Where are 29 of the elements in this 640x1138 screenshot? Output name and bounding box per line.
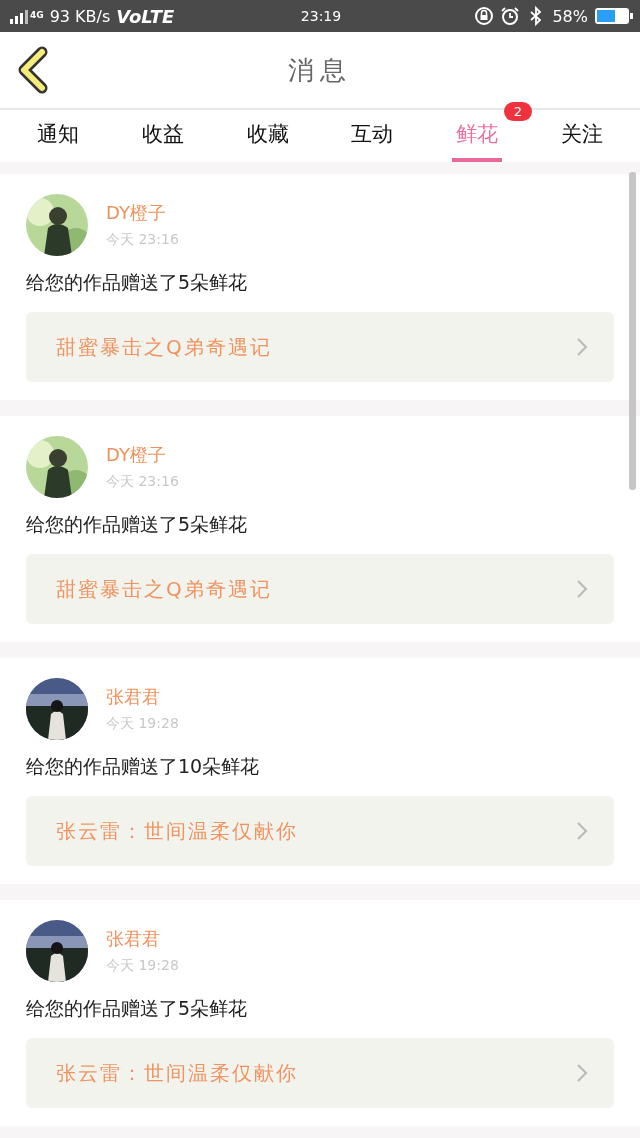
chevron-icon <box>576 337 588 357</box>
back-button[interactable] <box>16 46 50 94</box>
tab[interactable]: 关注 <box>556 110 607 162</box>
network-type: 4G <box>30 9 44 20</box>
tab[interactable]: 互动 <box>347 110 398 162</box>
user-name: 张君君 <box>106 927 161 951</box>
count-badge: 2 <box>503 102 532 121</box>
message-text: 给您的作品赠送了5朵鲜花 <box>26 512 249 537</box>
clock: 23:19 <box>300 8 342 24</box>
alarm-icon <box>500 6 521 26</box>
chevron-icon <box>576 579 588 599</box>
user-name: DY橙子 <box>106 201 167 225</box>
signal-icon <box>8 8 30 24</box>
tab[interactable]: 收藏 <box>242 110 293 162</box>
battery-percent: 58% <box>552 6 588 26</box>
rotation-lock-icon <box>474 6 495 26</box>
message-text: 给您的作品赠送了5朵鲜花 <box>26 996 249 1021</box>
battery-icon <box>594 6 634 26</box>
page-title: 消息 <box>288 53 352 87</box>
tab[interactable]: 通知 <box>33 110 84 162</box>
user-name: 张君君 <box>106 685 161 709</box>
chevron-icon <box>576 1063 588 1083</box>
network-speed: 93 KB/s <box>49 6 111 26</box>
message-text: 给您的作品赠送了5朵鲜花 <box>26 270 249 295</box>
volte-label: VoLTE <box>116 5 175 27</box>
message-text: 给您的作品赠送了10朵鲜花 <box>26 754 261 779</box>
user-name: DY橙子 <box>106 443 167 467</box>
tab[interactable]: 收益 <box>138 110 188 162</box>
chevron-icon <box>576 821 588 841</box>
